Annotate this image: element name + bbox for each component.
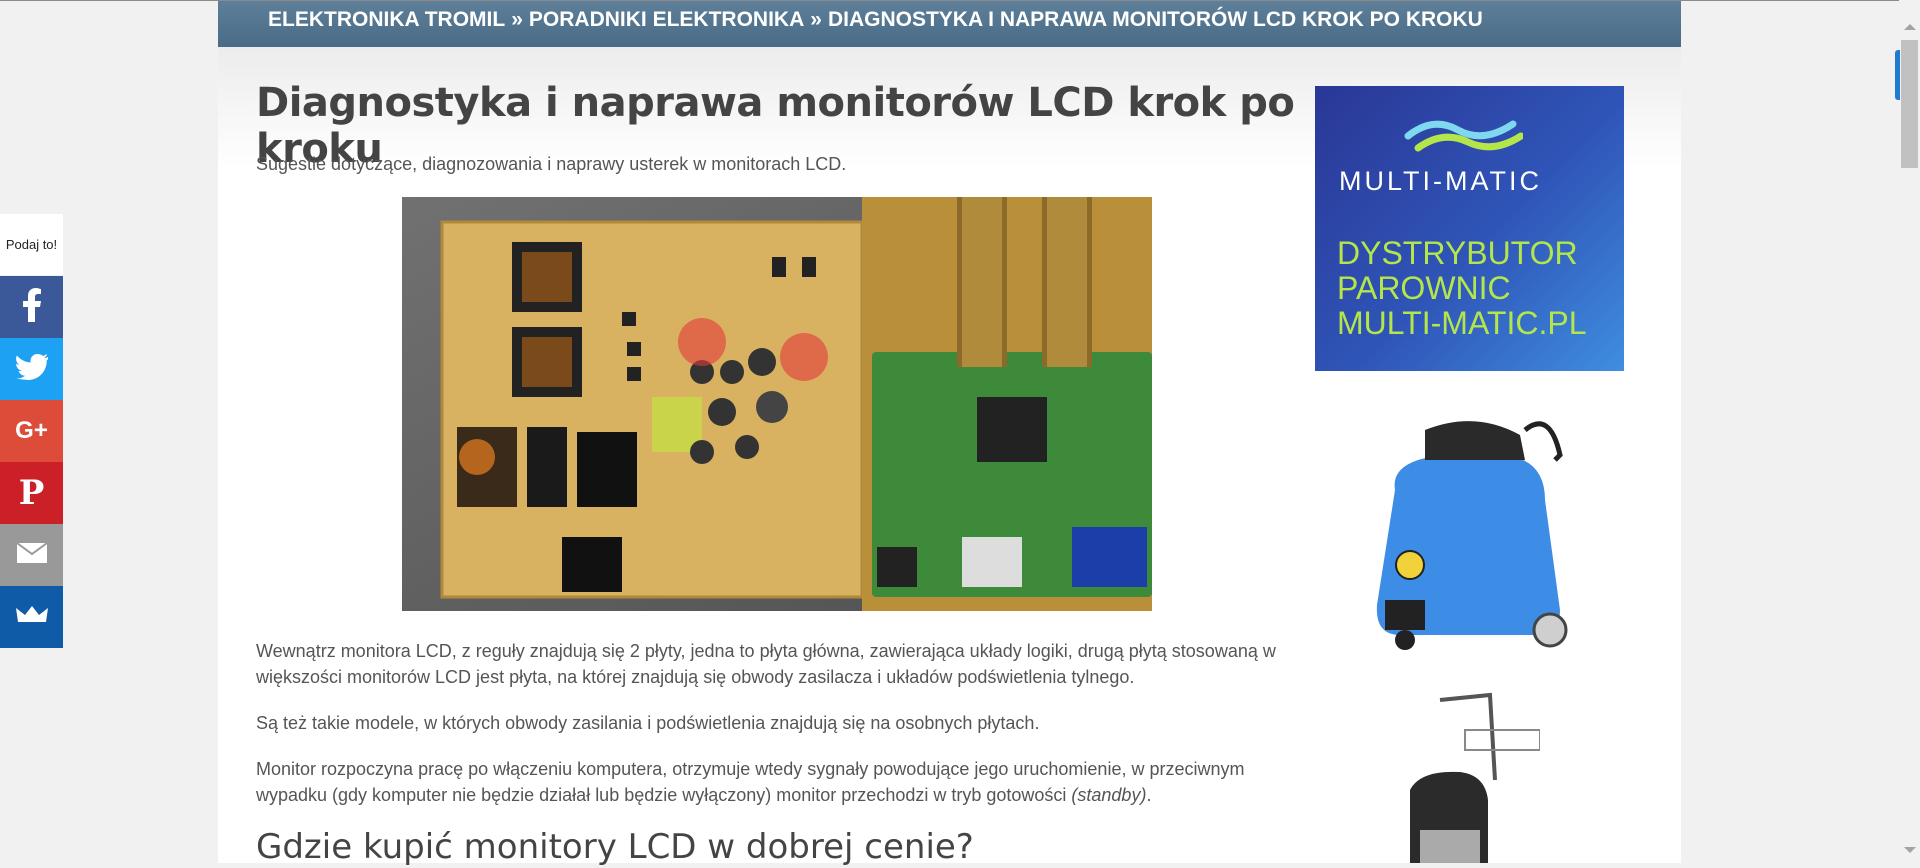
ad-text: DYSTRYBUTOR PAROWNIC MULTI-MATIC.PL — [1337, 236, 1586, 341]
ad-brand: MULTI-MATIC — [1339, 166, 1542, 196]
scroll-down-arrow-icon[interactable] — [1904, 847, 1916, 853]
vacuum-cleaner-illustration — [1380, 690, 1541, 863]
product-steam-cleaner-image[interactable] — [1355, 400, 1575, 655]
breadcrumb-current: DIAGNOSTYKA I NAPRAWA MONITORÓW LCD KROK… — [827, 8, 1483, 31]
crown-icon — [15, 604, 48, 631]
steam-cleaner-illustration — [1355, 400, 1575, 655]
standby-term: (standby) — [1071, 785, 1147, 805]
breadcrumb-separator: » — [511, 8, 523, 31]
paragraph-text-end: . — [1146, 785, 1152, 805]
facebook-icon — [21, 287, 43, 327]
pcb-photo-illustration — [402, 197, 1152, 611]
product-vacuum-cleaner-image[interactable] — [1380, 690, 1541, 863]
breadcrumb: ELEKTRONIKA TROMIL » PORADNIKI ELEKTRONIKA… — [218, 1, 1681, 47]
wave-logo-icon — [1404, 120, 1523, 152]
share-email-button[interactable] — [0, 524, 63, 586]
share-facebook-button[interactable] — [0, 276, 63, 338]
ad-line: PAROWNIC — [1337, 270, 1511, 306]
article-paragraph: Wewnątrz monitora LCD, z reguły znajdują… — [256, 641, 1276, 687]
ad-line: MULTI-MATIC.PL — [1337, 305, 1587, 341]
scroll-up-arrow-icon[interactable] — [1904, 24, 1916, 30]
share-label: Podaj to! — [0, 214, 63, 275]
share-twitter-button[interactable] — [0, 338, 63, 400]
pinterest-icon: P — [18, 473, 45, 513]
email-icon — [15, 541, 48, 569]
share-pinterest-button[interactable]: P — [0, 462, 63, 524]
article-subtitle: Sugestie dotyczące, diagnozowania i napr… — [256, 154, 847, 174]
google-plus-icon: G+ — [15, 417, 48, 444]
share-sumome-button[interactable] — [0, 586, 63, 648]
breadcrumb-separator: » — [810, 8, 822, 31]
sidebar-ad-banner[interactable]: MULTI-MATIC DYSTRYBUTOR PAROWNIC MULTI-M… — [1315, 86, 1624, 371]
scroll-indicator — [1895, 50, 1900, 100]
twitter-icon — [14, 353, 48, 385]
article-paragraph: Są też takie modele, w których obwody za… — [256, 713, 1040, 733]
article-paragraph: Monitor rozpoczyna pracę po włączeniu ko… — [256, 756, 1296, 808]
ad-line: DYSTRYBUTOR — [1337, 235, 1578, 271]
section-heading: Gdzie kupić monitory LCD w dobrej cenie? — [256, 827, 974, 867]
article: Diagnostyka i naprawa monitorów LCD krok… — [256, 80, 1296, 867]
share-google-plus-button[interactable]: G+ — [0, 400, 63, 462]
breadcrumb-section-link[interactable]: PORADNIKI ELEKTRONIKA — [529, 8, 804, 31]
breadcrumb-home-link[interactable]: ELEKTRONIKA TROMIL — [268, 8, 505, 31]
scrollbar-thumb[interactable] — [1901, 40, 1918, 168]
article-image-lcd-boards[interactable] — [402, 197, 1152, 611]
